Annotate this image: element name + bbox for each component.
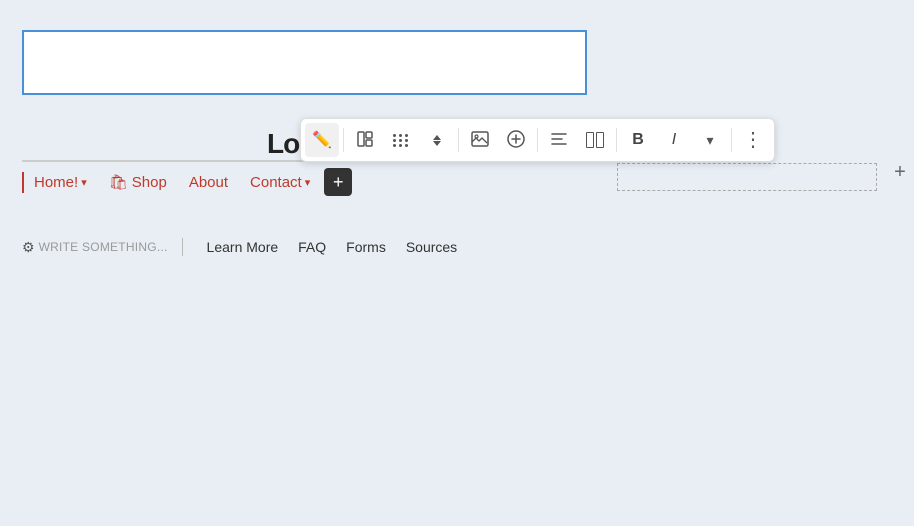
nav-item-contact[interactable]: Contact ▾ (238, 172, 320, 193)
nav-add-button[interactable]: + (324, 168, 352, 196)
italic-icon: I (672, 131, 676, 149)
nav-item-about[interactable]: About (177, 172, 238, 193)
secondary-divider (182, 238, 183, 256)
secondary-link-faq[interactable]: FAQ (288, 239, 336, 255)
dots-grid-icon (393, 134, 409, 147)
write-placeholder[interactable]: WRITE SOMETHING... (39, 240, 168, 254)
updown-icon (433, 135, 441, 146)
more-button[interactable]: ⋮ (736, 123, 770, 157)
nav-bar: Home! ▾ 🛍 Shop About Contact ▾ + (22, 162, 587, 202)
logo: Lo (267, 128, 299, 160)
pencil-button[interactable]: ✏️ (305, 123, 339, 157)
secondary-link-forms[interactable]: Forms (336, 239, 396, 255)
contact-label: Contact (250, 174, 302, 191)
align-text-icon (551, 132, 567, 149)
toolbar-divider-5 (731, 128, 732, 152)
far-right-add-button[interactable]: + (890, 162, 910, 182)
add-button[interactable] (499, 123, 533, 157)
bold-icon: B (632, 131, 644, 149)
gear-icon: ⚙ (22, 239, 35, 256)
editor-toolbar: ✏️ (300, 118, 775, 162)
italic-button[interactable]: I (657, 123, 691, 157)
toolbar-divider-2 (458, 128, 459, 152)
toolbar-divider-3 (537, 128, 538, 152)
column-layout-icon (586, 132, 604, 148)
column-layout-button[interactable] (578, 123, 612, 157)
contact-dropdown-arrow: ▾ (305, 176, 311, 189)
secondary-link-sources[interactable]: Sources (396, 239, 467, 255)
secondary-link-learn-more[interactable]: Learn More (197, 239, 289, 255)
layout-icon (357, 131, 373, 150)
layout-button[interactable] (348, 123, 382, 157)
align-text-button[interactable] (542, 123, 576, 157)
nav-area: Home! ▾ 🛍 Shop About Contact ▾ + (22, 160, 587, 202)
write-section: ⚙ WRITE SOMETHING... (22, 239, 168, 256)
dropdown-icon: ▾ (706, 132, 713, 149)
nav-item-home[interactable]: Home! ▾ (22, 172, 97, 193)
dots-grid-button[interactable] (384, 123, 418, 157)
nav-item-shop[interactable]: 🛍 Shop (97, 171, 177, 193)
toolbar-divider-4 (616, 128, 617, 152)
dashed-placeholder-box (617, 163, 877, 191)
add-icon (507, 130, 525, 151)
shop-label: Shop (132, 174, 167, 191)
header-box (22, 30, 587, 95)
dropdown-button[interactable]: ▾ (693, 123, 727, 157)
bold-button[interactable]: B (621, 123, 655, 157)
secondary-nav: ⚙ WRITE SOMETHING... Learn More FAQ Form… (22, 238, 467, 256)
pencil-icon: ✏️ (312, 130, 332, 150)
about-label: About (189, 174, 228, 191)
shop-icon: 🛍 (109, 173, 128, 191)
image-button[interactable] (463, 123, 497, 157)
image-icon (471, 131, 489, 150)
home-label: Home! (34, 174, 78, 191)
home-dropdown-arrow: ▾ (81, 176, 87, 189)
more-icon: ⋮ (743, 130, 763, 150)
toolbar-divider-1 (343, 128, 344, 152)
updown-button[interactable] (420, 123, 454, 157)
